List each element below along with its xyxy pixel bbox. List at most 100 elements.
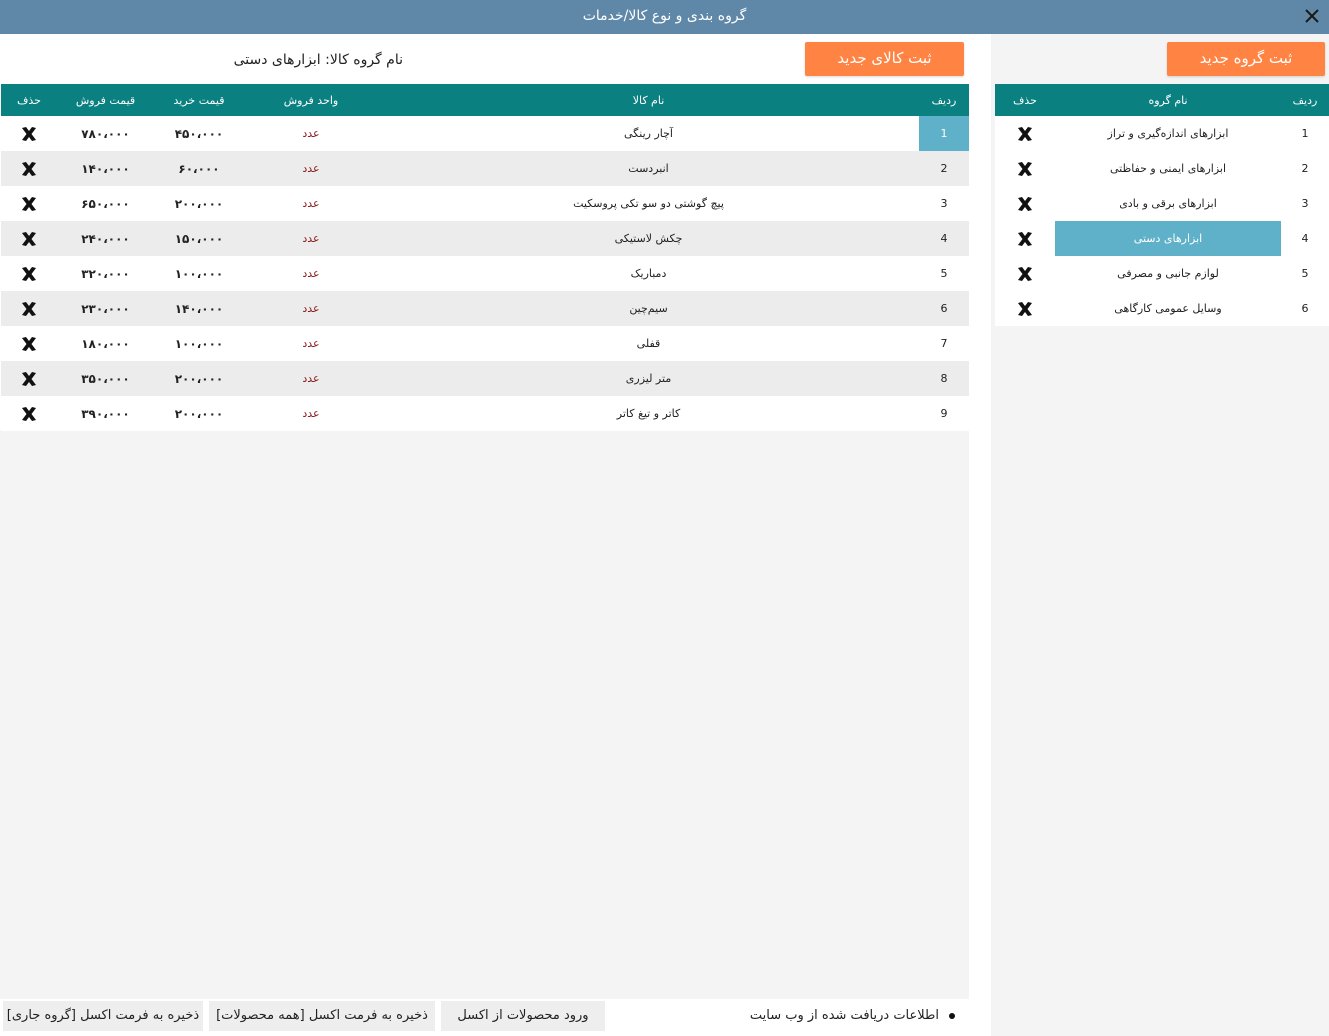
- delete-icon[interactable]: [1016, 230, 1034, 248]
- new-group-button[interactable]: ثبت گروه جدید: [1167, 42, 1325, 76]
- delete-button[interactable]: [995, 186, 1055, 221]
- group-name-cell: ابزارهای برقی و بادی: [1055, 186, 1281, 221]
- col-row[interactable]: ردیف: [919, 84, 969, 116]
- product-row[interactable]: ۶۵۰،۰۰۰ ۲۰۰،۰۰۰ عدد پیچ گوشتی دو سو تکی پرو…: [1, 186, 969, 221]
- group-name-cell: ابزارهای دستی: [1055, 221, 1281, 256]
- group-name-cell: لوازم جانبی و مصرفی: [1055, 256, 1281, 291]
- delete-icon[interactable]: [20, 230, 38, 248]
- row-number-cell: 3: [919, 186, 969, 221]
- current-group-label: نام گروه کالا: ابزارهای دستی: [233, 52, 403, 68]
- save-all-products-excel-button[interactable]: ذخیره به فرمت اکسل [همه محصولات]: [209, 1001, 435, 1031]
- delete-button[interactable]: [1, 186, 57, 221]
- row-number-cell: 7: [919, 326, 969, 361]
- group-row[interactable]: ابزارهای دستی 4: [995, 221, 1329, 256]
- delete-icon[interactable]: [1016, 195, 1034, 213]
- delete-button[interactable]: [1, 396, 57, 431]
- buy-price-cell: ۱۴۰،۰۰۰: [154, 291, 244, 326]
- delete-button[interactable]: [1, 326, 57, 361]
- delete-button[interactable]: [1, 116, 57, 151]
- sell-price-cell: ۱۴۰،۰۰۰: [57, 151, 154, 186]
- delete-icon[interactable]: [20, 195, 38, 213]
- row-number-cell: 2: [919, 151, 969, 186]
- delete-icon[interactable]: [20, 335, 38, 353]
- row-number-cell: 6: [919, 291, 969, 326]
- product-name-cell: انبردست: [378, 151, 919, 186]
- group-name-cell: ابزارهای اندازه‌گیری و تراز: [1055, 116, 1281, 151]
- group-name-cell: وسایل عمومی کارگاهی: [1055, 291, 1281, 326]
- delete-button[interactable]: [995, 221, 1055, 256]
- delete-icon[interactable]: [20, 265, 38, 283]
- product-row[interactable]: ۳۵۰،۰۰۰ ۲۰۰،۰۰۰ عدد متر لیزری 8: [1, 361, 969, 396]
- delete-icon[interactable]: [20, 405, 38, 423]
- close-button[interactable]: [1299, 3, 1325, 29]
- col-unit[interactable]: واحد فروش: [244, 84, 378, 116]
- delete-icon[interactable]: [1016, 265, 1034, 283]
- delete-button[interactable]: [1, 151, 57, 186]
- product-row[interactable]: ۲۳۰،۰۰۰ ۱۴۰،۰۰۰ عدد سیم‌چین 6: [1, 291, 969, 326]
- unit-cell: عدد: [244, 116, 378, 151]
- panel-separator: [969, 34, 991, 1036]
- buy-price-cell: ۱۰۰،۰۰۰: [154, 256, 244, 291]
- product-row[interactable]: ۲۴۰،۰۰۰ ۱۵۰،۰۰۰ عدد چکش لاستیکی 4: [1, 221, 969, 256]
- product-row[interactable]: ۱۴۰،۰۰۰ ۶۰،۰۰۰ عدد انبردست 2: [1, 151, 969, 186]
- legend-bullet-icon: [949, 1012, 955, 1019]
- group-row[interactable]: وسایل عمومی کارگاهی 6: [995, 291, 1329, 326]
- import-excel-button[interactable]: ورود محصولات از اکسل: [441, 1001, 605, 1031]
- delete-button[interactable]: [995, 151, 1055, 186]
- sell-price-cell: ۲۳۰،۰۰۰: [57, 291, 154, 326]
- products-panel: نام گروه کالا: ابزارهای دستی ثبت کالای ج…: [0, 34, 991, 1036]
- row-number-cell: 8: [919, 361, 969, 396]
- delete-button[interactable]: [995, 116, 1055, 151]
- row-number-cell: 1: [919, 116, 969, 151]
- unit-cell: عدد: [244, 256, 378, 291]
- delete-button[interactable]: [1, 221, 57, 256]
- group-row[interactable]: ابزارهای ایمنی و حفاظتی 2: [995, 151, 1329, 186]
- group-row[interactable]: لوازم جانبی و مصرفی 5: [995, 256, 1329, 291]
- title-bar: گروه بندی و نوع کالا/خدمات: [0, 0, 1329, 34]
- row-number-cell: 1: [1281, 116, 1329, 151]
- sell-price-cell: ۳۵۰،۰۰۰: [57, 361, 154, 396]
- delete-icon[interactable]: [20, 160, 38, 178]
- product-name-cell: متر لیزری: [378, 361, 919, 396]
- buy-price-cell: ۴۵۰،۰۰۰: [154, 116, 244, 151]
- sell-price-cell: ۷۸۰،۰۰۰: [57, 116, 154, 151]
- unit-cell: عدد: [244, 151, 378, 186]
- product-row[interactable]: ۳۲۰،۰۰۰ ۱۰۰،۰۰۰ عدد دمباریک 5: [1, 256, 969, 291]
- new-product-button[interactable]: ثبت کالای جدید: [805, 42, 964, 76]
- delete-button[interactable]: [995, 256, 1055, 291]
- col-group-name[interactable]: نام گروه: [1055, 84, 1281, 116]
- unit-cell: عدد: [244, 186, 378, 221]
- unit-cell: عدد: [244, 221, 378, 256]
- buy-price-cell: ۲۰۰،۰۰۰: [154, 361, 244, 396]
- group-row[interactable]: ابزارهای اندازه‌گیری و تراز 1: [995, 116, 1329, 151]
- product-row[interactable]: ۱۸۰،۰۰۰ ۱۰۰،۰۰۰ عدد قفلی 7: [1, 326, 969, 361]
- delete-button[interactable]: [1, 361, 57, 396]
- product-row[interactable]: ۷۸۰،۰۰۰ ۴۵۰،۰۰۰ عدد آچار رینگی 1: [1, 116, 969, 151]
- row-number-cell: 6: [1281, 291, 1329, 326]
- unit-cell: عدد: [244, 291, 378, 326]
- col-sell-price[interactable]: قیمت فروش: [57, 84, 154, 116]
- sell-price-cell: ۶۵۰،۰۰۰: [57, 186, 154, 221]
- delete-button[interactable]: [995, 291, 1055, 326]
- product-row[interactable]: ۳۹۰،۰۰۰ ۲۰۰،۰۰۰ عدد کاتر و تیغ کاتر 9: [1, 396, 969, 431]
- save-current-group-excel-button[interactable]: ذخیره به فرمت اکسل [گروه جاری]: [3, 1001, 203, 1031]
- groups-panel: ثبت گروه جدید حذف نام گروه ردیف ابزارهای…: [991, 34, 1329, 1036]
- group-row[interactable]: ابزارهای برقی و بادی 3: [995, 186, 1329, 221]
- product-name-cell: قفلی: [378, 326, 919, 361]
- delete-icon[interactable]: [1016, 300, 1034, 318]
- buy-price-cell: ۲۰۰،۰۰۰: [154, 186, 244, 221]
- products-empty-area: [0, 430, 969, 999]
- delete-button[interactable]: [1, 256, 57, 291]
- product-name-cell: سیم‌چین: [378, 291, 919, 326]
- delete-icon[interactable]: [20, 125, 38, 143]
- delete-icon[interactable]: [20, 370, 38, 388]
- delete-icon[interactable]: [1016, 160, 1034, 178]
- col-product-name[interactable]: نام کالا: [378, 84, 919, 116]
- sell-price-cell: ۳۹۰،۰۰۰: [57, 396, 154, 431]
- delete-button[interactable]: [1, 291, 57, 326]
- products-table: حذف قیمت فروش قیمت خرید واحد فروش نام کا…: [1, 84, 969, 431]
- col-buy-price[interactable]: قیمت خرید: [154, 84, 244, 116]
- delete-icon[interactable]: [1016, 125, 1034, 143]
- col-row[interactable]: ردیف: [1281, 84, 1329, 116]
- delete-icon[interactable]: [20, 300, 38, 318]
